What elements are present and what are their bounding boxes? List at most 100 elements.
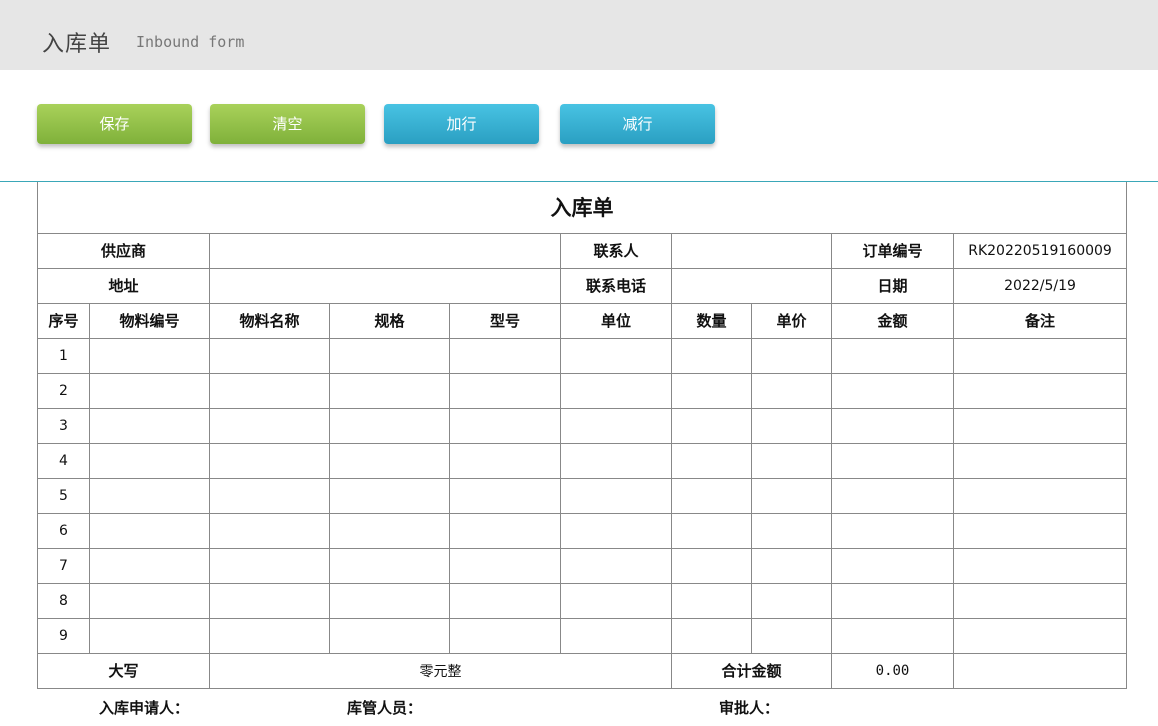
item-cell[interactable] [671,582,752,619]
item-cell[interactable] [560,442,672,479]
item-cell[interactable] [671,372,752,409]
item-cell[interactable] [831,512,954,549]
item-cell[interactable] [952,512,1128,549]
item-cell[interactable] [209,337,330,374]
item-cell[interactable] [751,617,832,654]
item-cell[interactable] [831,582,954,619]
item-cell[interactable] [831,617,954,654]
item-cell[interactable] [831,337,954,374]
item-cell[interactable] [560,547,672,584]
item-cell[interactable] [209,512,330,549]
clear-button[interactable]: 清空 [210,104,365,144]
item-cell[interactable] [952,442,1128,479]
item-cell[interactable] [831,372,954,409]
item-cell[interactable] [89,512,210,549]
item-cell[interactable] [952,407,1128,444]
item-cell[interactable] [671,512,752,549]
item-cell[interactable] [209,477,330,514]
item-cell[interactable] [449,477,561,514]
item-cell[interactable] [751,407,832,444]
item-cell[interactable] [952,547,1128,584]
item-cell[interactable] [751,372,832,409]
item-cell[interactable] [831,442,954,479]
item-cell[interactable] [449,442,561,479]
supplier-field[interactable] [209,232,561,269]
item-cell[interactable] [329,547,450,584]
item-cell[interactable] [449,582,561,619]
item-cell[interactable] [751,337,832,374]
item-cell[interactable] [449,547,561,584]
item-cell[interactable] [671,617,752,654]
item-cell[interactable] [952,477,1128,514]
column-header: 单位 [560,302,672,339]
item-cell[interactable] [671,337,752,374]
item-cell[interactable] [89,547,210,584]
item-cell[interactable] [89,477,210,514]
item-cell[interactable] [560,477,672,514]
item-cell[interactable] [209,442,330,479]
item-cell[interactable] [449,512,561,549]
contact-field[interactable] [671,232,832,269]
item-cell[interactable] [751,547,832,584]
save-button[interactable]: 保存 [37,104,192,144]
item-cell[interactable] [560,617,672,654]
item-cell[interactable] [560,372,672,409]
item-cell[interactable] [831,547,954,584]
item-cell[interactable] [831,407,954,444]
column-header: 单价 [751,302,832,339]
item-cell[interactable] [329,337,450,374]
item-cell[interactable] [329,582,450,619]
item-cell[interactable] [449,372,561,409]
item-cell[interactable] [89,442,210,479]
supplier-input[interactable] [210,234,560,267]
item-cell[interactable] [560,407,672,444]
item-cell[interactable] [560,337,672,374]
item-cell[interactable] [671,442,752,479]
item-cell[interactable] [831,477,954,514]
table-row: 3 [37,407,1128,444]
item-cell[interactable] [449,617,561,654]
item-cell[interactable] [89,372,210,409]
item-cell[interactable] [952,337,1128,374]
order-no-label: 订单编号 [831,232,954,269]
item-cell[interactable] [751,512,832,549]
item-cell[interactable] [209,617,330,654]
item-cell[interactable] [209,547,330,584]
contact-input[interactable] [672,234,831,267]
item-cell[interactable] [209,407,330,444]
remove-row-button[interactable]: 减行 [560,104,715,144]
item-cell[interactable] [671,547,752,584]
item-cell[interactable] [952,617,1128,654]
item-cell[interactable] [329,477,450,514]
phone-field[interactable] [671,267,832,304]
item-cell[interactable] [329,372,450,409]
item-cell[interactable] [89,617,210,654]
item-cell[interactable] [329,617,450,654]
item-cell[interactable] [751,582,832,619]
item-cell[interactable] [209,372,330,409]
item-cell[interactable] [329,512,450,549]
item-cell[interactable] [329,407,450,444]
item-cell[interactable] [89,582,210,619]
add-row-button[interactable]: 加行 [384,104,539,144]
item-cell[interactable] [209,582,330,619]
item-cell[interactable] [751,442,832,479]
item-cell[interactable] [560,582,672,619]
item-cell[interactable] [560,512,672,549]
item-cell[interactable] [89,407,210,444]
item-cell[interactable] [449,407,561,444]
address-input[interactable] [210,269,560,302]
item-cell[interactable] [329,442,450,479]
item-cell[interactable] [952,372,1128,409]
item-cell[interactable] [751,477,832,514]
date-value: 2022/5/19 [952,267,1128,304]
totals-remark-cell[interactable] [952,652,1128,689]
item-cell[interactable] [671,477,752,514]
phone-input[interactable] [672,269,831,302]
item-cell[interactable] [952,582,1128,619]
item-cell[interactable] [449,337,561,374]
item-cell[interactable] [89,337,210,374]
column-header: 规格 [329,302,450,339]
address-field[interactable] [209,267,561,304]
item-cell[interactable] [671,407,752,444]
